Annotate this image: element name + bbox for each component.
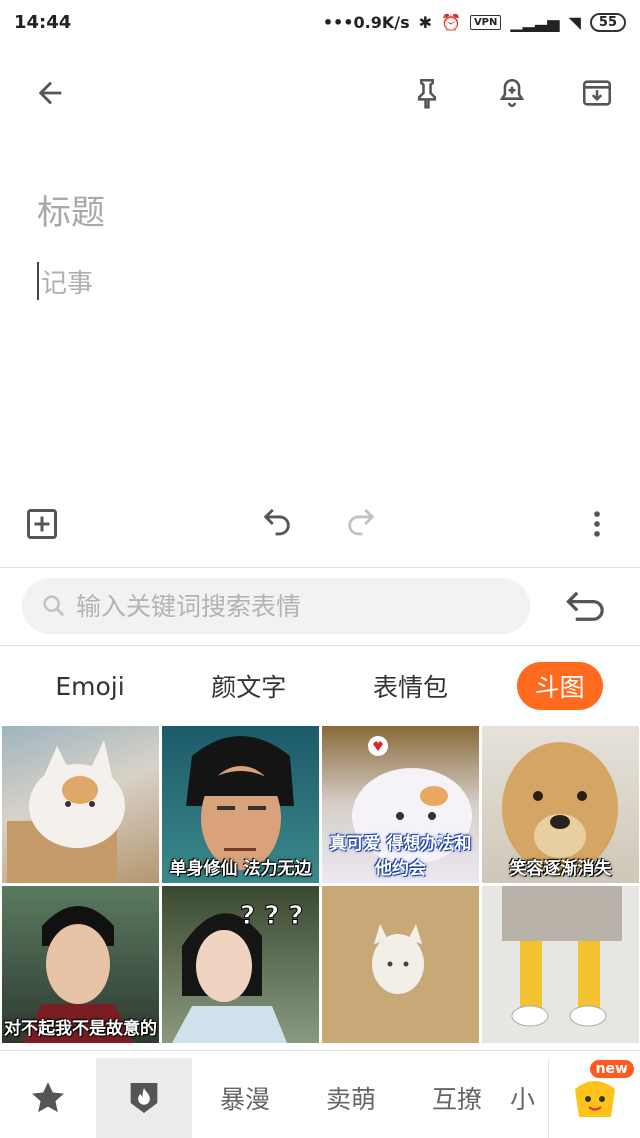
star-icon (32, 1082, 64, 1113)
sticker-tabs: Emoji 颜文字 表情包 斗图 (0, 648, 640, 724)
sticker-item[interactable] (322, 886, 479, 1043)
pin-button[interactable] (403, 69, 451, 117)
alarm-icon: ⏰ (441, 12, 461, 32)
battery-icon: 55 (589, 12, 626, 32)
edit-actions-bar (0, 500, 640, 550)
keyboard-back-button[interactable] (560, 582, 612, 630)
sticker-store-button[interactable]: new (548, 1058, 640, 1138)
cat-sticker-image (7, 740, 125, 883)
more-vert-icon (594, 511, 600, 537)
tab-sticker-packs[interactable]: 表情包 (355, 662, 466, 710)
back-button[interactable] (26, 69, 74, 117)
tab-emoji[interactable]: Emoji (37, 666, 142, 707)
category-maimeng[interactable]: 卖萌 (298, 1080, 404, 1116)
fire-shield-icon (130, 1083, 158, 1113)
kitten-sticker-image (372, 924, 424, 994)
sticker-search-input[interactable] (76, 591, 516, 621)
text-caret (37, 262, 39, 300)
search-icon (43, 595, 65, 617)
more-options-button[interactable] (573, 500, 621, 548)
add-content-button[interactable] (18, 500, 66, 548)
sticker-item[interactable]: 真可爱 得想办法和他约会 (322, 726, 479, 883)
sticker-caption: 笑容逐渐消失 (509, 859, 612, 879)
actress-sticker-image: ? ? ? (172, 901, 304, 1043)
return-arrow-icon (566, 591, 604, 621)
sticker-item[interactable] (2, 726, 159, 883)
status-bar: 14:44 •••0.9K/s ✱ ⏰ VPN ▁▂▃▅ ◥ 55 (0, 0, 640, 44)
bottom-divider (0, 1050, 640, 1051)
legs-sticker-image (502, 886, 622, 1027)
network-speed: •••0.9K/s (322, 12, 410, 32)
note-body-field[interactable]: 记事 (37, 262, 93, 300)
sticker-item[interactable]: 笑容逐渐消失 (482, 726, 639, 883)
redo-icon (348, 508, 375, 536)
sticker-item[interactable]: 单身修仙 法力无边 (162, 726, 319, 883)
undo-button[interactable] (253, 500, 301, 548)
bluetooth-icon: ✱ (418, 12, 433, 32)
tab-meme-battle[interactable]: 斗图 (516, 662, 603, 710)
signal-icon: ▁▂▃▅ (510, 12, 560, 32)
note-title-field[interactable]: 标题 (37, 185, 105, 234)
new-badge: new (589, 1060, 634, 1078)
svg-text:? ? ?: ? ? ? (240, 901, 303, 931)
category-baoman[interactable]: 暴漫 (192, 1080, 298, 1116)
archive-icon (582, 80, 612, 106)
add-box-icon (27, 509, 57, 539)
sticker-caption: 真可爱 得想办法和他约会 (329, 834, 472, 879)
sticker-grid: 单身修仙 法力无边 真可爱 得想办法和他约会 笑容逐渐消失 对不起我不是故意的 … (0, 724, 640, 1054)
back-arrow-icon (38, 81, 62, 105)
wifi-icon: ◥ (568, 12, 581, 32)
status-icons: •••0.9K/s ✱ ⏰ VPN ▁▂▃▅ ◥ 55 (322, 12, 626, 32)
category-huliao[interactable]: 互撩 (404, 1080, 510, 1116)
note-body-placeholder: 记事 (41, 268, 94, 299)
vpn-icon: VPN (469, 14, 502, 30)
sticker-item[interactable] (482, 886, 639, 1043)
sticker-item[interactable]: ? ? ? (162, 886, 319, 1043)
hot-category-button[interactable] (96, 1058, 192, 1138)
reminder-button[interactable] (488, 69, 536, 117)
sticker-keyboard: Emoji 颜文字 表情包 斗图 单身修仙 法力无边 (0, 568, 640, 1138)
bell-plus-icon (499, 78, 525, 107)
category-more[interactable]: 小 (510, 1080, 534, 1116)
sticker-search-bar[interactable] (22, 578, 530, 634)
search-divider (0, 645, 640, 646)
undo-icon (263, 508, 290, 536)
note-toolbar (0, 62, 640, 124)
tab-kaomoji[interactable]: 颜文字 (193, 662, 304, 710)
favorites-button[interactable] (0, 1058, 96, 1138)
redo-button[interactable] (337, 500, 385, 548)
archive-button[interactable] (573, 69, 621, 117)
pin-icon (417, 78, 437, 109)
sticker-caption: 对不起我不是故意的 (4, 1019, 157, 1039)
sticker-item[interactable]: 对不起我不是故意的 (2, 886, 159, 1043)
sticker-category-bar: 暴漫 卖萌 互撩 小 new (0, 1058, 640, 1138)
status-time: 14:44 (14, 11, 72, 33)
sticker-caption: 单身修仙 法力无边 (169, 859, 312, 879)
store-basket-icon (574, 1081, 615, 1117)
